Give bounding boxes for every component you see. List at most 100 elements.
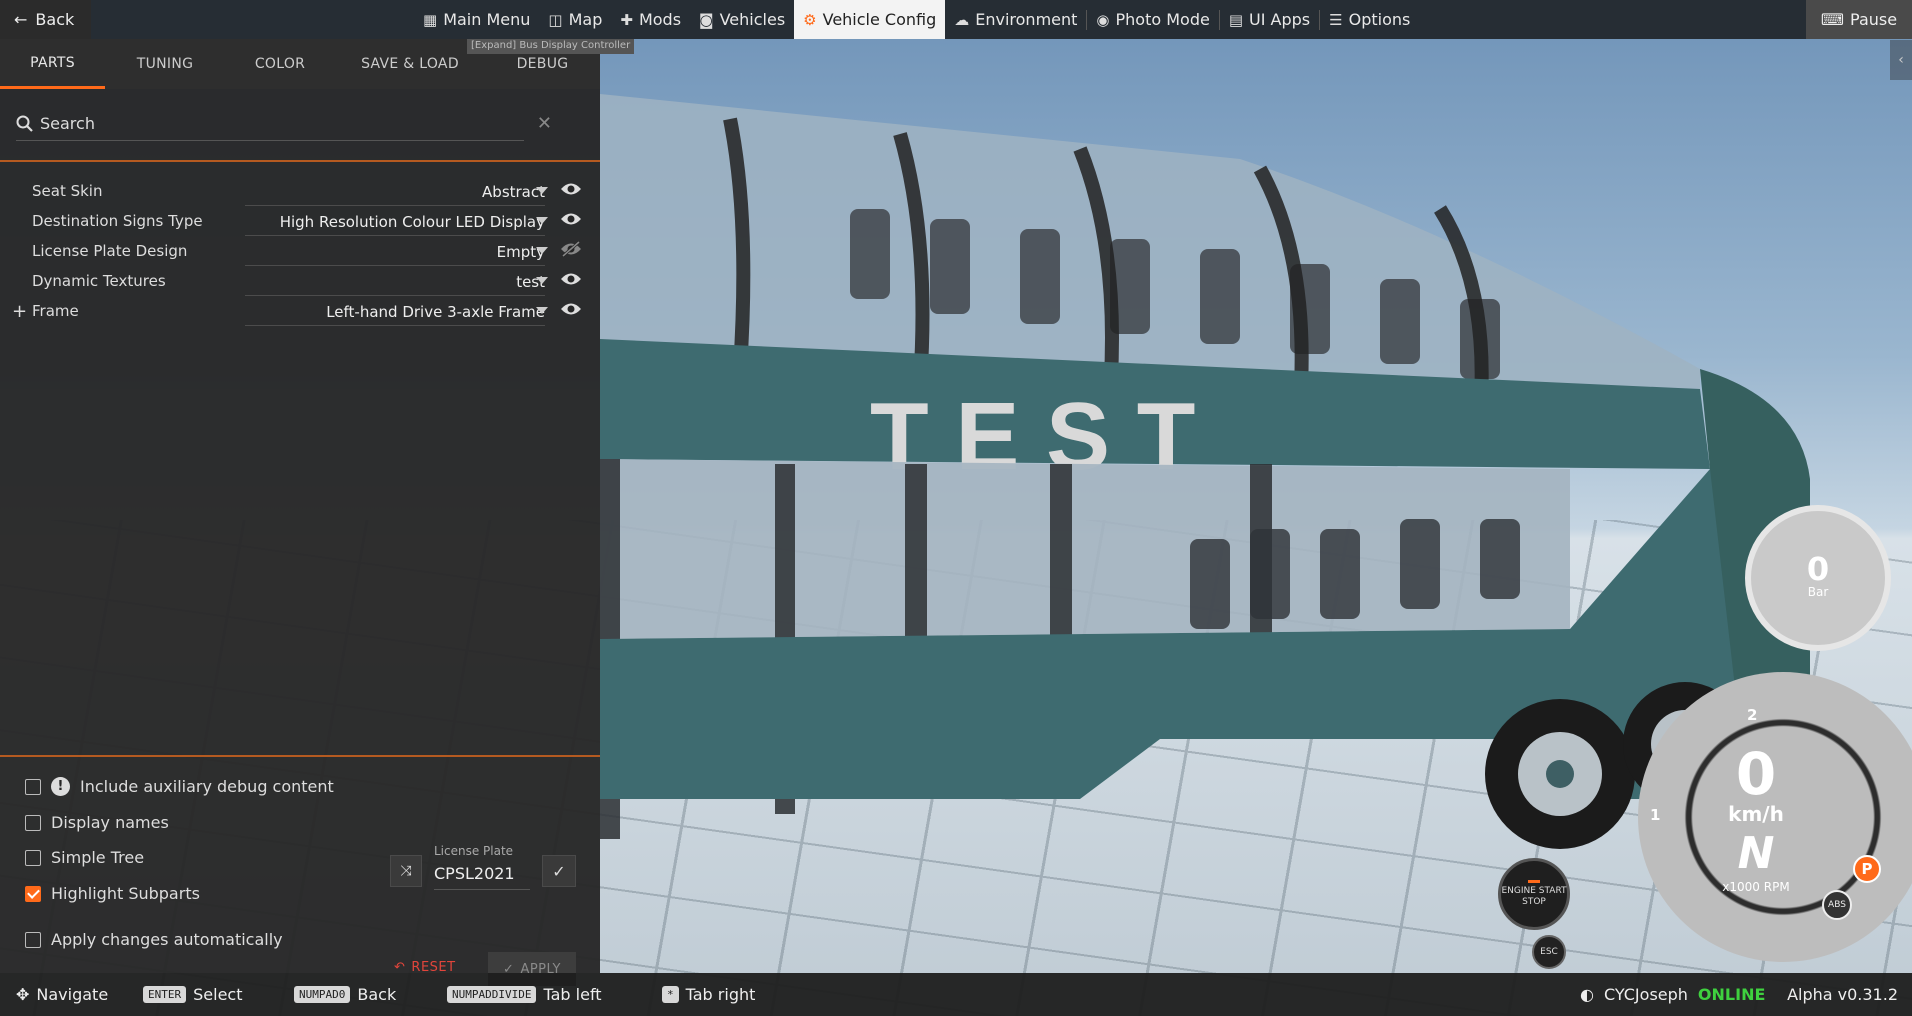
part-select[interactable]: test xyxy=(245,273,545,296)
nav-label: Mods xyxy=(638,10,682,29)
tab-color[interactable]: COLOR xyxy=(225,39,335,89)
eye-icon[interactable] xyxy=(560,211,582,227)
part-row-license-plate-design: License Plate Design Empty xyxy=(0,238,600,268)
hint-label: Tab left xyxy=(543,985,602,1004)
parts-list: Seat Skin Abstract Destination Signs Typ… xyxy=(0,178,600,328)
steam-icon: ◐ xyxy=(1580,985,1594,1004)
expand-plus-icon[interactable]: + xyxy=(12,301,27,322)
search-field[interactable]: Search ✕ xyxy=(16,107,552,141)
chevron-down-icon[interactable] xyxy=(536,247,548,254)
part-select[interactable]: Abstract xyxy=(245,183,545,206)
nav-ui-apps[interactable]: ▤ UI Apps xyxy=(1220,0,1319,39)
part-select[interactable]: High Resolution Colour LED Display xyxy=(245,213,545,236)
pause-button[interactable]: ⌨ Pause xyxy=(1806,0,1912,39)
eye-icon[interactable] xyxy=(560,301,582,317)
license-plate-input[interactable]: CPSL2021 xyxy=(434,864,530,890)
engine-label: ENGINE START STOP xyxy=(1501,886,1567,907)
boost-unit: Bar xyxy=(1807,585,1829,599)
hint-back: NUMPAD0 Back xyxy=(294,985,396,1004)
warning-icon: ! xyxy=(51,777,70,796)
nav-vehicle-config[interactable]: ⚙ Vehicle Config xyxy=(794,0,946,39)
option-label: Highlight Subparts xyxy=(51,884,200,903)
nav-environment[interactable]: ☁ Environment xyxy=(945,0,1086,39)
search-input[interactable]: Search xyxy=(40,114,95,133)
nav-vehicles[interactable]: ◙ Vehicles xyxy=(690,0,794,39)
dpad-icon: ✥ xyxy=(16,985,30,1004)
part-name: Dynamic Textures xyxy=(32,272,166,290)
puzzle-icon: ✚ xyxy=(620,10,633,29)
part-tooltip: [Expand] Bus Display Controller xyxy=(467,39,635,54)
back-label: Back xyxy=(35,10,75,29)
gear-indicator: N xyxy=(1737,828,1775,879)
checkbox-include-debug[interactable] xyxy=(25,778,41,795)
eye-icon[interactable] xyxy=(560,181,582,197)
tab-tuning[interactable]: TUNING xyxy=(105,39,225,89)
key-badge: ENTER xyxy=(143,986,187,1003)
key-badge: NUMPAD0 xyxy=(294,986,351,1003)
part-select[interactable]: Empty xyxy=(245,243,545,266)
eye-icon[interactable] xyxy=(560,271,582,287)
map-icon: ◫ xyxy=(548,10,563,29)
part-name: Seat Skin xyxy=(32,182,103,200)
collapse-apps-button[interactable]: ‹ xyxy=(1890,40,1912,80)
part-value: Left-hand Drive 3-axle Frame xyxy=(326,303,545,321)
engine-indicator xyxy=(1528,880,1540,883)
username: CYCJoseph xyxy=(1603,985,1688,1004)
arrow-left-icon: ← xyxy=(14,10,28,29)
key-badge: NUMPADDIVIDE xyxy=(447,986,537,1003)
key-badge: * xyxy=(662,986,679,1003)
checkbox-display-names[interactable] xyxy=(25,814,41,831)
parking-brake-icon: P xyxy=(1853,855,1881,883)
hint-label: Select xyxy=(193,985,243,1004)
option-apply-auto[interactable]: Apply changes automatically xyxy=(25,930,283,949)
chevron-down-icon[interactable] xyxy=(536,277,548,284)
option-display-names[interactable]: Display names xyxy=(25,813,169,832)
hint-label: Tab right xyxy=(685,985,756,1004)
boost-value: 0 xyxy=(1806,550,1830,588)
nav-label: Options xyxy=(1348,10,1411,29)
option-include-debug[interactable]: ! Include auxiliary debug content xyxy=(25,777,334,796)
chevron-down-icon[interactable] xyxy=(536,187,548,194)
checkbox-highlight-subparts[interactable] xyxy=(25,885,41,902)
part-row-destination-signs: Destination Signs Type High Resolution C… xyxy=(0,208,600,238)
nav-label: Vehicle Config xyxy=(822,10,937,29)
part-name: License Plate Design xyxy=(32,242,188,260)
rpm-tick: 1 xyxy=(1650,806,1661,824)
back-button[interactable]: ← Back xyxy=(0,0,91,39)
shuffle-icon[interactable]: ⤨ xyxy=(390,855,422,887)
divider xyxy=(0,755,600,757)
hint-navigate: ✥ Navigate xyxy=(16,985,108,1004)
part-select[interactable]: Left-hand Drive 3-axle Frame xyxy=(245,303,545,326)
nav-main-menu[interactable]: ▦ Main Menu xyxy=(414,0,539,39)
nav-label: Main Menu xyxy=(443,10,531,29)
engine-start-stop-button[interactable]: ENGINE START STOP xyxy=(1498,858,1570,930)
top-menu-bar: ← Back ▦ Main Menu ◫ Map ✚ Mods ◙ Vehicl… xyxy=(0,0,1912,39)
license-plate-label: License Plate xyxy=(434,844,514,858)
option-simple-tree[interactable]: Simple Tree xyxy=(25,848,144,867)
part-row-seat-skin: Seat Skin Abstract xyxy=(0,178,600,208)
engine-icon: ⚙ xyxy=(803,10,817,29)
nav-label: Photo Mode xyxy=(1115,10,1210,29)
user-status[interactable]: ◐ CYCJoseph ONLINE xyxy=(1580,985,1765,1004)
chevron-down-icon[interactable] xyxy=(536,217,548,224)
vehicle-config-panel: PARTS TUNING COLOR SAVE & LOAD DEBUG [Ex… xyxy=(0,39,635,986)
nav-map[interactable]: ◫ Map xyxy=(539,0,611,39)
checkbox-apply-auto[interactable] xyxy=(25,931,41,948)
nav-mods[interactable]: ✚ Mods xyxy=(611,0,690,39)
speed-value: 0 xyxy=(1735,740,1777,808)
tab-parts[interactable]: PARTS xyxy=(0,39,105,89)
option-highlight-subparts[interactable]: Highlight Subparts xyxy=(25,884,200,903)
check-icon[interactable]: ✓ xyxy=(542,855,576,887)
nav-options[interactable]: ☰ Options xyxy=(1320,0,1419,39)
chevron-down-icon[interactable] xyxy=(536,307,548,314)
nav-label: UI Apps xyxy=(1249,10,1311,29)
checkbox-simple-tree[interactable] xyxy=(25,849,41,866)
tab-save-load[interactable]: SAVE & LOAD xyxy=(335,39,485,89)
eye-off-icon[interactable] xyxy=(560,241,582,257)
clear-search-icon[interactable]: ✕ xyxy=(537,113,552,134)
nav-photo-mode[interactable]: ◉ Photo Mode xyxy=(1087,0,1218,39)
part-name: Frame xyxy=(32,302,79,320)
speed-unit: km/h xyxy=(1728,802,1784,826)
pause-label: Pause xyxy=(1850,10,1898,29)
hint-tab-right: * Tab right xyxy=(662,985,755,1004)
